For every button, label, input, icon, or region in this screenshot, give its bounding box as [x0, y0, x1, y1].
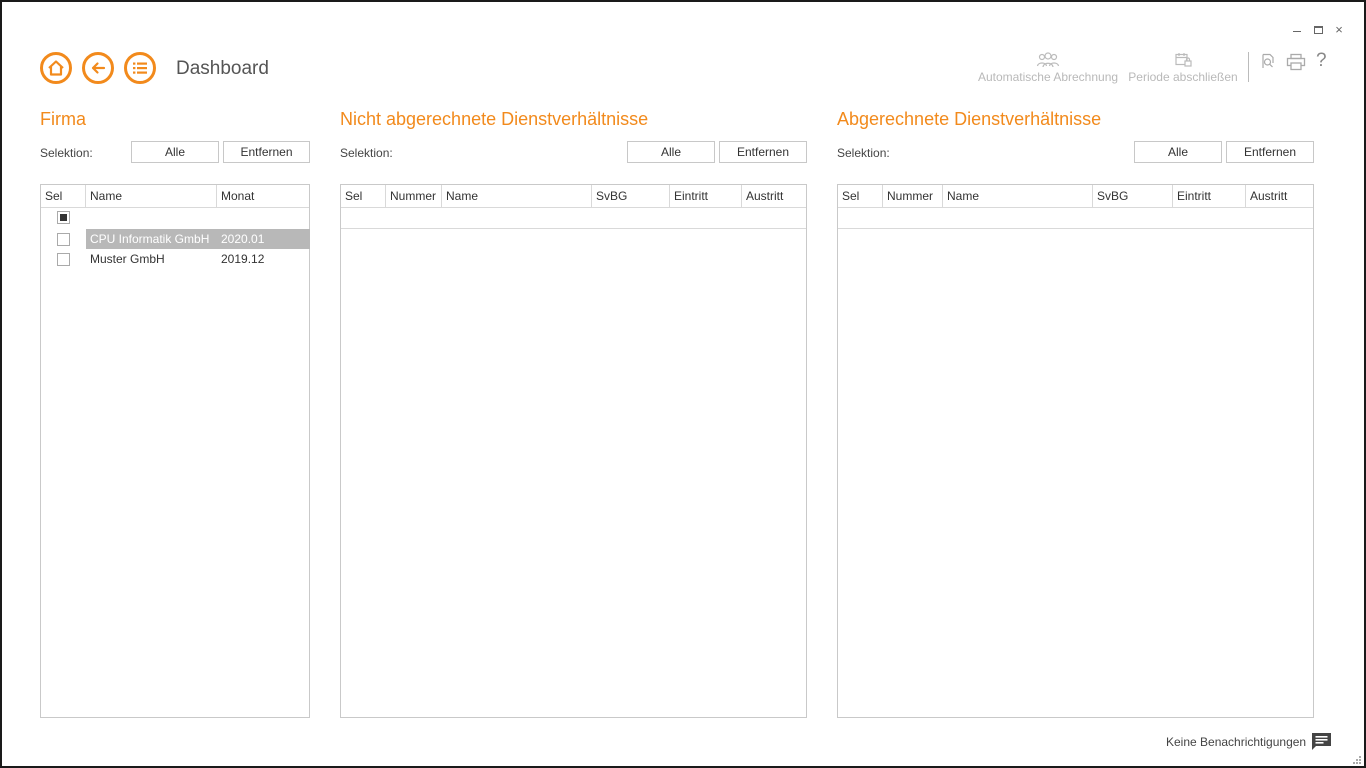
nicht-abgerechnete-grid: Sel Nummer Name SvBG Eintritt Austritt	[340, 184, 807, 718]
resize-grip-icon	[1353, 756, 1361, 764]
print-button[interactable]	[1286, 53, 1306, 74]
users-group-icon	[1036, 52, 1060, 68]
firma-grid: Sel Name Monat CPU Informatik GmbH 2020.…	[40, 184, 310, 718]
column-header-svbg[interactable]: SvBG	[1093, 185, 1173, 207]
periode-abschliessen-label: Periode abschließen	[1128, 70, 1238, 84]
nicht-grid-header: Sel Nummer Name SvBG Eintritt Austritt	[341, 185, 806, 208]
firma-monat-cell: 2019.12	[221, 252, 265, 266]
minimize-button[interactable]	[1290, 23, 1304, 32]
abger-grid-header: Sel Nummer Name SvBG Eintritt Austritt	[838, 185, 1313, 208]
column-header-name[interactable]: Name	[442, 185, 592, 207]
column-header-sel[interactable]: Sel	[838, 185, 883, 207]
resize-grip[interactable]	[1352, 754, 1362, 768]
maximize-icon	[1313, 26, 1323, 34]
firma-selektion-label: Selektion:	[40, 146, 93, 160]
column-header-name[interactable]: Name	[943, 185, 1093, 207]
close-icon: ×	[1335, 22, 1343, 37]
table-row[interactable]: CPU Informatik GmbH 2020.01	[41, 229, 310, 249]
close-button[interactable]: ×	[1332, 23, 1346, 37]
back-button[interactable]	[82, 52, 114, 84]
help-icon: ?	[1316, 50, 1327, 71]
printer-icon	[1286, 53, 1306, 71]
firma-title: Firma	[40, 109, 86, 129]
home-button[interactable]	[40, 52, 72, 84]
abgerechnete-title: Abgerechnete Dienstverhältnisse	[837, 109, 1102, 129]
firma-monat-cell: 2020.01	[217, 229, 310, 249]
minimize-icon	[1293, 31, 1301, 32]
column-header-sel[interactable]: Sel	[341, 185, 386, 207]
maximize-button[interactable]	[1311, 23, 1325, 34]
column-header-nummer[interactable]: Nummer	[386, 185, 442, 207]
abgerechnete-grid: Sel Nummer Name SvBG Eintritt Austritt	[837, 184, 1314, 718]
calendar-lock-icon	[1175, 53, 1192, 67]
column-header-austritt[interactable]: Austritt	[742, 185, 806, 207]
abger-filter-row[interactable]	[838, 208, 1313, 229]
column-header-monat[interactable]: Monat	[217, 185, 309, 207]
app-window: × Dashboard Automatische Abrechnung Peri…	[0, 0, 1366, 768]
select-all-checkbox[interactable]	[57, 211, 70, 224]
nicht-abgerechnete-title: Nicht abgerechnete Dienstverhältnisse	[340, 109, 649, 129]
page-title: Dashboard	[176, 58, 269, 79]
firma-select-all-row	[41, 208, 309, 229]
firma-name-cell: CPU Informatik GmbH	[86, 229, 217, 249]
menu-button[interactable]	[124, 52, 156, 84]
back-arrow-icon	[91, 62, 106, 74]
nicht-alle-button[interactable]: Alle	[627, 141, 715, 163]
periode-abschliessen-button[interactable]: Periode abschließen	[1127, 52, 1239, 84]
column-header-eintritt[interactable]: Eintritt	[1173, 185, 1246, 207]
firma-entfernen-button[interactable]: Entfernen	[223, 141, 310, 163]
column-header-eintritt[interactable]: Eintritt	[670, 185, 742, 207]
automatische-abrechnung-button[interactable]: Automatische Abrechnung	[974, 52, 1122, 84]
row-checkbox[interactable]	[57, 253, 70, 266]
abger-selektion-label: Selektion:	[837, 146, 890, 160]
automatische-abrechnung-label: Automatische Abrechnung	[977, 70, 1119, 84]
table-row[interactable]: Muster GmbH 2019.12	[41, 249, 309, 269]
search-document-button[interactable]	[1260, 53, 1276, 74]
search-document-icon	[1262, 53, 1274, 68]
help-button[interactable]: ?	[1316, 50, 1327, 72]
list-menu-icon	[133, 62, 147, 74]
column-header-name[interactable]: Name	[86, 185, 217, 207]
notifications-status: Keine Benachrichtigungen	[1166, 735, 1307, 749]
firma-name-cell: Muster GmbH	[90, 252, 165, 266]
nicht-selektion-label: Selektion:	[340, 146, 393, 160]
column-header-austritt[interactable]: Austritt	[1246, 185, 1313, 207]
column-header-sel[interactable]: Sel	[41, 185, 86, 207]
notifications-button[interactable]	[1311, 732, 1332, 755]
firma-grid-header: Sel Name Monat	[41, 185, 309, 208]
toolbar-divider	[1248, 52, 1249, 82]
row-checkbox[interactable]	[57, 233, 70, 246]
abger-alle-button[interactable]: Alle	[1134, 141, 1222, 163]
abger-entfernen-button[interactable]: Entfernen	[1226, 141, 1314, 163]
chat-bubble-icon	[1312, 733, 1331, 750]
column-header-svbg[interactable]: SvBG	[592, 185, 670, 207]
home-icon	[48, 60, 64, 76]
column-header-nummer[interactable]: Nummer	[883, 185, 943, 207]
nicht-entfernen-button[interactable]: Entfernen	[719, 141, 807, 163]
nicht-filter-row[interactable]	[341, 208, 806, 229]
firma-alle-button[interactable]: Alle	[131, 141, 219, 163]
